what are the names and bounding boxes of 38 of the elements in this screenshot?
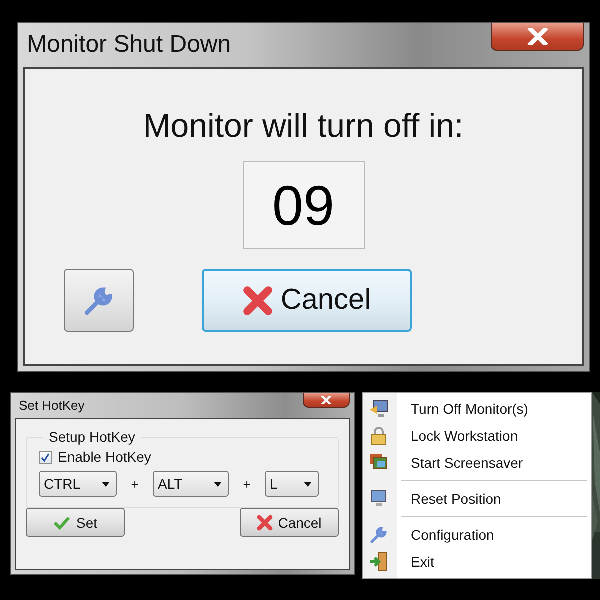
countdown-display: 09 bbox=[242, 161, 364, 249]
cancel-button[interactable]: Cancel bbox=[202, 269, 412, 332]
caret-icon bbox=[214, 482, 222, 486]
close-button[interactable] bbox=[303, 393, 350, 408]
plus-sign: + bbox=[242, 476, 252, 492]
wrench-icon bbox=[369, 524, 389, 545]
menu-item[interactable]: Configuration bbox=[365, 521, 589, 548]
monitor-icon bbox=[369, 488, 389, 509]
key-dropdown[interactable]: ALT bbox=[153, 471, 229, 497]
cross-icon bbox=[242, 286, 273, 316]
lock-icon bbox=[369, 426, 389, 446]
menu-item[interactable]: Start Screensaver bbox=[365, 450, 589, 476]
checkbox[interactable] bbox=[39, 450, 52, 464]
menu-item[interactable]: Exit bbox=[365, 548, 589, 575]
countdown-message: Monitor will turn off in: bbox=[143, 107, 464, 145]
monitor-icon bbox=[369, 399, 389, 420]
close-icon bbox=[526, 28, 548, 46]
menu-item[interactable]: Lock Workstation bbox=[365, 422, 589, 450]
menu-item[interactable]: Reset Position bbox=[365, 485, 589, 512]
menu-item[interactable]: Turn Off Monitor(s) bbox=[365, 396, 589, 423]
group-title: Setup HotKey bbox=[48, 429, 136, 445]
key-dropdown[interactable]: CTRL bbox=[39, 471, 117, 497]
checkbox-label: Enable HotKey bbox=[58, 449, 152, 465]
settings-button[interactable] bbox=[64, 269, 134, 332]
check-icon bbox=[53, 516, 72, 530]
set-button[interactable]: Set bbox=[26, 508, 125, 537]
window-title: Monitor Shut Down bbox=[26, 31, 232, 59]
close-button[interactable] bbox=[491, 23, 584, 51]
caret-icon bbox=[304, 482, 312, 486]
caret-icon bbox=[102, 482, 110, 486]
cross-icon bbox=[257, 514, 274, 530]
key-dropdown[interactable]: L bbox=[265, 471, 319, 497]
window-title: Set HotKey bbox=[18, 398, 85, 413]
check-icon bbox=[41, 452, 50, 462]
exit-door-icon bbox=[369, 552, 389, 572]
cancel-button[interactable]: Cancel bbox=[240, 508, 339, 537]
plus-sign: + bbox=[130, 476, 140, 492]
close-icon bbox=[321, 396, 332, 404]
